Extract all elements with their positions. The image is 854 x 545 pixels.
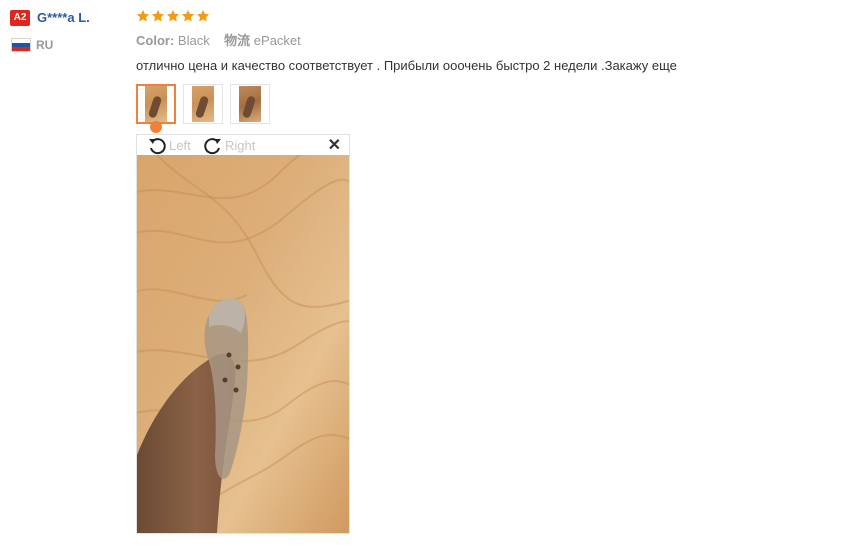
russia-flag-icon (11, 38, 31, 52)
rotate-right-button[interactable]: Right (203, 136, 255, 156)
star-rating (136, 9, 210, 23)
star-icon (166, 9, 180, 22)
photo-thumbnail-icon (239, 86, 261, 122)
order-info: Color: Black 物流 ePacket (136, 33, 301, 49)
review-text: отлично цена и качество соответствует . … (136, 58, 677, 73)
star-icon (136, 9, 150, 22)
reviewer-name: G****a L. (37, 10, 90, 25)
review-photo (137, 155, 349, 533)
photo-viewer: Left Right ✕ (136, 134, 350, 534)
shipping-value: ePacket (253, 33, 301, 48)
rotate-right-label: Right (225, 138, 256, 153)
buyer-level-badge: A2 (10, 10, 30, 26)
shipping-label: 物流 (224, 33, 251, 48)
reviewer-country: RU (36, 38, 54, 52)
close-icon[interactable]: ✕ (328, 137, 341, 155)
rotate-left-label: Left (169, 138, 191, 153)
star-icon (196, 9, 210, 22)
photo-thumbnail-icon (192, 86, 214, 122)
rotate-right-icon (204, 138, 221, 155)
viewer-toolbar: Left Right ✕ (137, 135, 349, 155)
color-label: Color: (136, 33, 175, 48)
star-icon (151, 9, 165, 22)
star-icon (181, 9, 195, 22)
photo-thumbnail-icon (145, 86, 167, 122)
review-photo-thumbnail-3[interactable] (230, 84, 270, 124)
review-photo-thumbnail-1[interactable] (136, 84, 176, 124)
color-value: Black (177, 33, 210, 48)
review-photo-thumbnail-2[interactable] (183, 84, 223, 124)
rotate-left-button[interactable]: Left (147, 136, 191, 156)
rotate-left-icon (149, 138, 166, 155)
active-thumbnail-indicator (150, 121, 162, 133)
